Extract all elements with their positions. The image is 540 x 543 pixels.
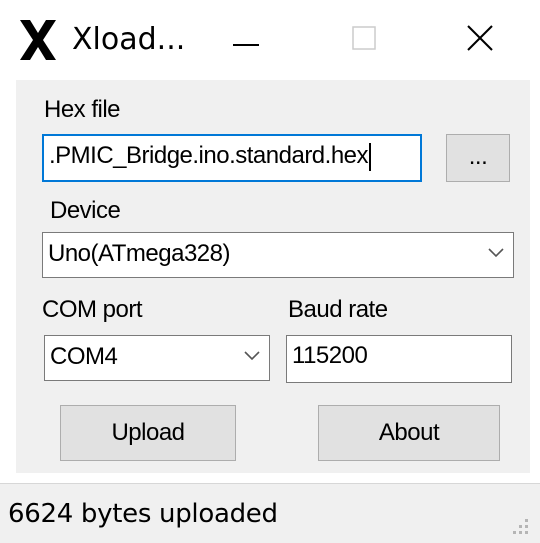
title-bar[interactable]: Xload... <box>0 0 540 80</box>
com-port-select[interactable]: COM4 <box>44 335 270 381</box>
baud-rate-value: 115200 <box>292 342 368 369</box>
window-title: Xload... <box>72 22 186 57</box>
about-button[interactable]: About <box>318 405 500 461</box>
com-port-label: COM port <box>42 296 143 323</box>
status-bar: 6624 bytes uploaded <box>0 483 540 543</box>
hex-file-value: .PMIC_Bridge.ino.standard.hex <box>49 142 369 169</box>
baud-rate-label: Baud rate <box>288 296 388 323</box>
close-icon <box>467 25 493 51</box>
chevron-down-icon <box>488 248 504 258</box>
device-select[interactable]: Uno(ATmega328) <box>42 232 514 278</box>
com-port-value: COM4 <box>50 343 118 370</box>
browse-button[interactable]: ... <box>446 134 510 182</box>
minimize-icon <box>233 44 259 46</box>
device-value: Uno(ATmega328) <box>48 240 230 267</box>
chevron-down-icon <box>244 351 260 361</box>
x-logo-icon <box>20 20 56 60</box>
close-button[interactable] <box>450 10 510 66</box>
maximize-button[interactable] <box>334 10 394 66</box>
device-label: Device <box>50 197 121 224</box>
minimize-button[interactable] <box>216 10 276 66</box>
baud-rate-input[interactable]: 115200 <box>286 335 512 383</box>
xloader-window: Xload... Hex file .PMIC_Bridge.ino.stand… <box>0 0 540 543</box>
text-caret <box>369 142 372 171</box>
status-text: 6624 bytes uploaded <box>8 499 278 529</box>
hex-file-input[interactable]: .PMIC_Bridge.ino.standard.hex <box>42 134 422 182</box>
client-area: Hex file .PMIC_Bridge.ino.standard.hex .… <box>16 80 530 473</box>
upload-button[interactable]: Upload <box>60 405 236 461</box>
resize-grip-icon[interactable] <box>508 514 530 536</box>
hex-file-label: Hex file <box>44 96 121 123</box>
maximize-icon <box>352 26 376 50</box>
